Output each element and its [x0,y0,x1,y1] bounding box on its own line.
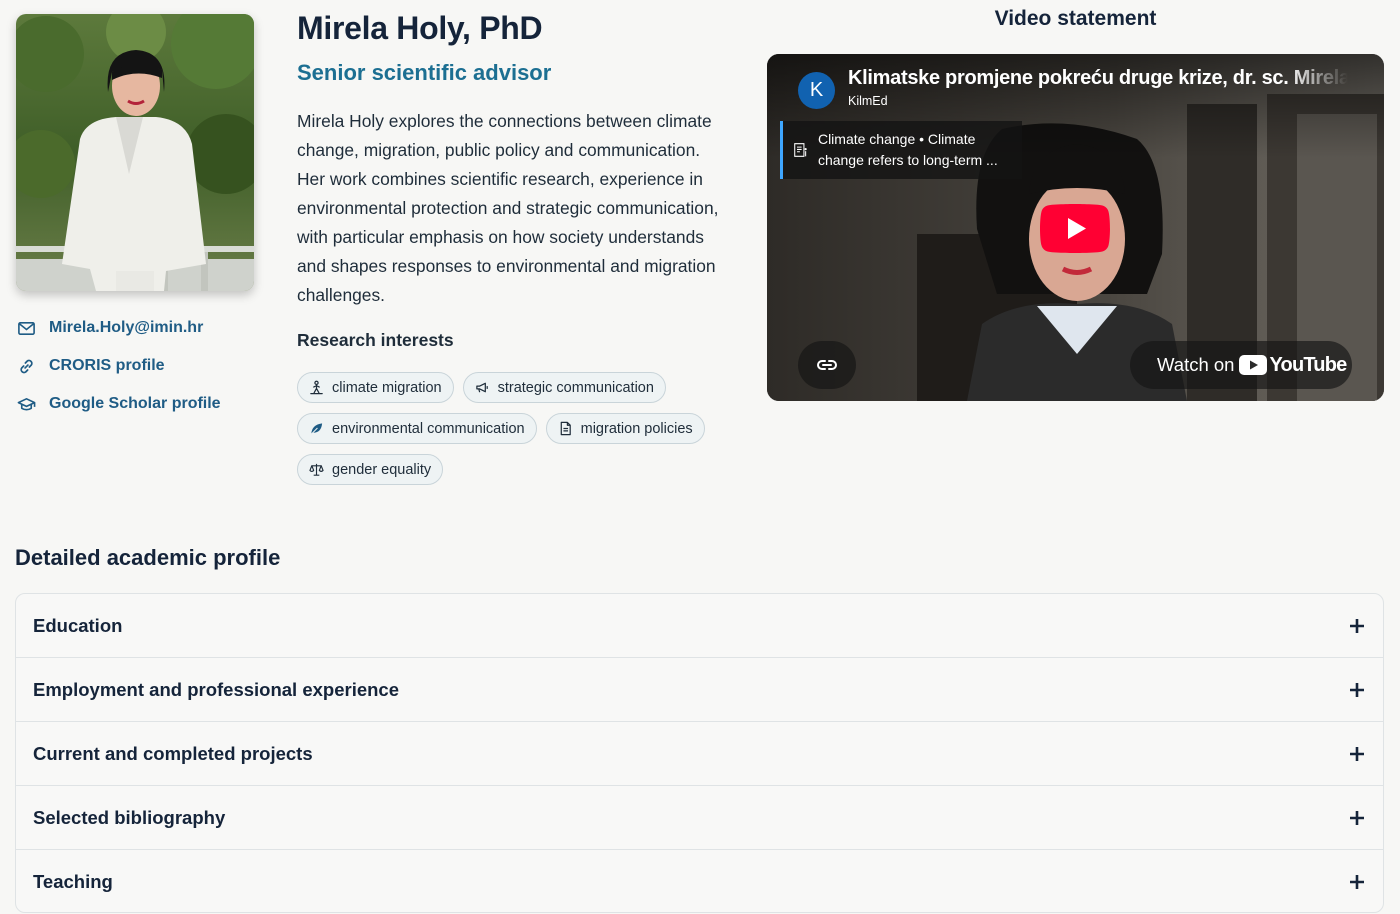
accordion-item-teaching[interactable]: Teaching [16,850,1383,912]
contact-list: Mirela.Holy@imin.hr CRORIS profile Googl… [16,316,221,430]
academic-profile-title: Detailed academic profile [15,545,281,570]
plus-icon[interactable] [1348,809,1366,827]
tag-label: climate migration [332,379,442,396]
croris-profile-link[interactable]: CRORIS profile [16,354,221,378]
document-icon [558,421,574,437]
link-icon [16,356,36,376]
croris-profile-label: CRORIS profile [49,357,165,374]
tag-label: gender equality [332,461,432,478]
watch-on-label: Watch on [1157,354,1235,375]
info-panel-icon [794,143,807,157]
plus-icon[interactable] [1348,681,1366,699]
tag-strategic-communication[interactable]: strategic communication [462,372,666,403]
tag-label: environmental communication [332,420,525,437]
tag-label: migration policies [580,420,693,437]
accordion-label: Education [33,614,123,636]
email-label: Mirela.Holy@imin.hr [49,319,204,336]
youtube-wordmark: YouTube [1269,353,1347,376]
youtube-play-icon [1239,355,1268,375]
plus-icon[interactable] [1348,745,1366,763]
plus-icon[interactable] [1348,873,1366,891]
video-statement-heading: Video statement [994,7,1157,30]
tag-label: strategic communication [497,379,654,396]
accordion-item-education[interactable]: Education [16,594,1383,658]
leaf-icon [309,421,325,437]
channel-avatar[interactable]: K [798,72,835,109]
profile-photo [16,14,254,291]
accordion-label: Current and completed projects [33,742,313,764]
people-walking-icon [309,380,325,396]
email-link[interactable]: Mirela.Holy@imin.hr [16,316,221,340]
person-role: Senior scientific advisor [297,60,552,85]
tag-climate-migration[interactable]: climate migration [297,372,454,403]
megaphone-icon [475,380,491,396]
scales-icon [309,462,325,478]
mail-icon [16,318,36,338]
accordion-item-bibliography[interactable]: Selected bibliography [16,786,1383,850]
play-icon[interactable] [1040,204,1110,253]
google-scholar-label: Google Scholar profile [49,395,221,412]
youtube-logo: YouTube [1239,353,1347,377]
research-interests-title: Research interests [297,330,454,350]
research-interest-tags: climate migration strategic communicatio… [297,372,737,485]
academic-profile-accordion: Education Employment and professional ex… [15,593,1384,913]
accordion-item-employment[interactable]: Employment and professional experience [16,658,1383,722]
copy-link-button[interactable] [798,341,856,389]
tag-gender-equality[interactable]: gender equality [297,454,444,485]
info-card-text: Climate change • Climate change refers t… [817,131,998,168]
person-name: Mirela Holy, PhD [297,10,543,46]
person-bio: Mirela Holy explores the connections bet… [297,111,719,305]
google-scholar-link[interactable]: Google Scholar profile [16,392,221,416]
graduation-cap-icon [16,394,36,414]
accordion-label: Selected bibliography [33,806,226,828]
accordion-item-projects[interactable]: Current and completed projects [16,722,1383,786]
watch-on-youtube-button[interactable]: Watch on YouTube [1130,341,1352,389]
accordion-label: Teaching [33,871,113,892]
youtube-embed[interactable]: K Klimatske promjene pokreću druge krize… [767,54,1384,401]
info-card[interactable]: Climate change • Climate change refers t… [780,121,1022,179]
plus-icon[interactable] [1348,617,1366,635]
chain-link-icon [817,360,837,370]
tag-environmental-communication[interactable]: environmental communication [297,413,537,444]
channel-name[interactable]: KilmEd [848,94,888,108]
tag-migration-policies[interactable]: migration policies [545,413,705,444]
accordion-label: Employment and professional experience [33,678,399,700]
video-title[interactable]: Klimatske promjene pokreću druge krize, … [848,67,1348,90]
